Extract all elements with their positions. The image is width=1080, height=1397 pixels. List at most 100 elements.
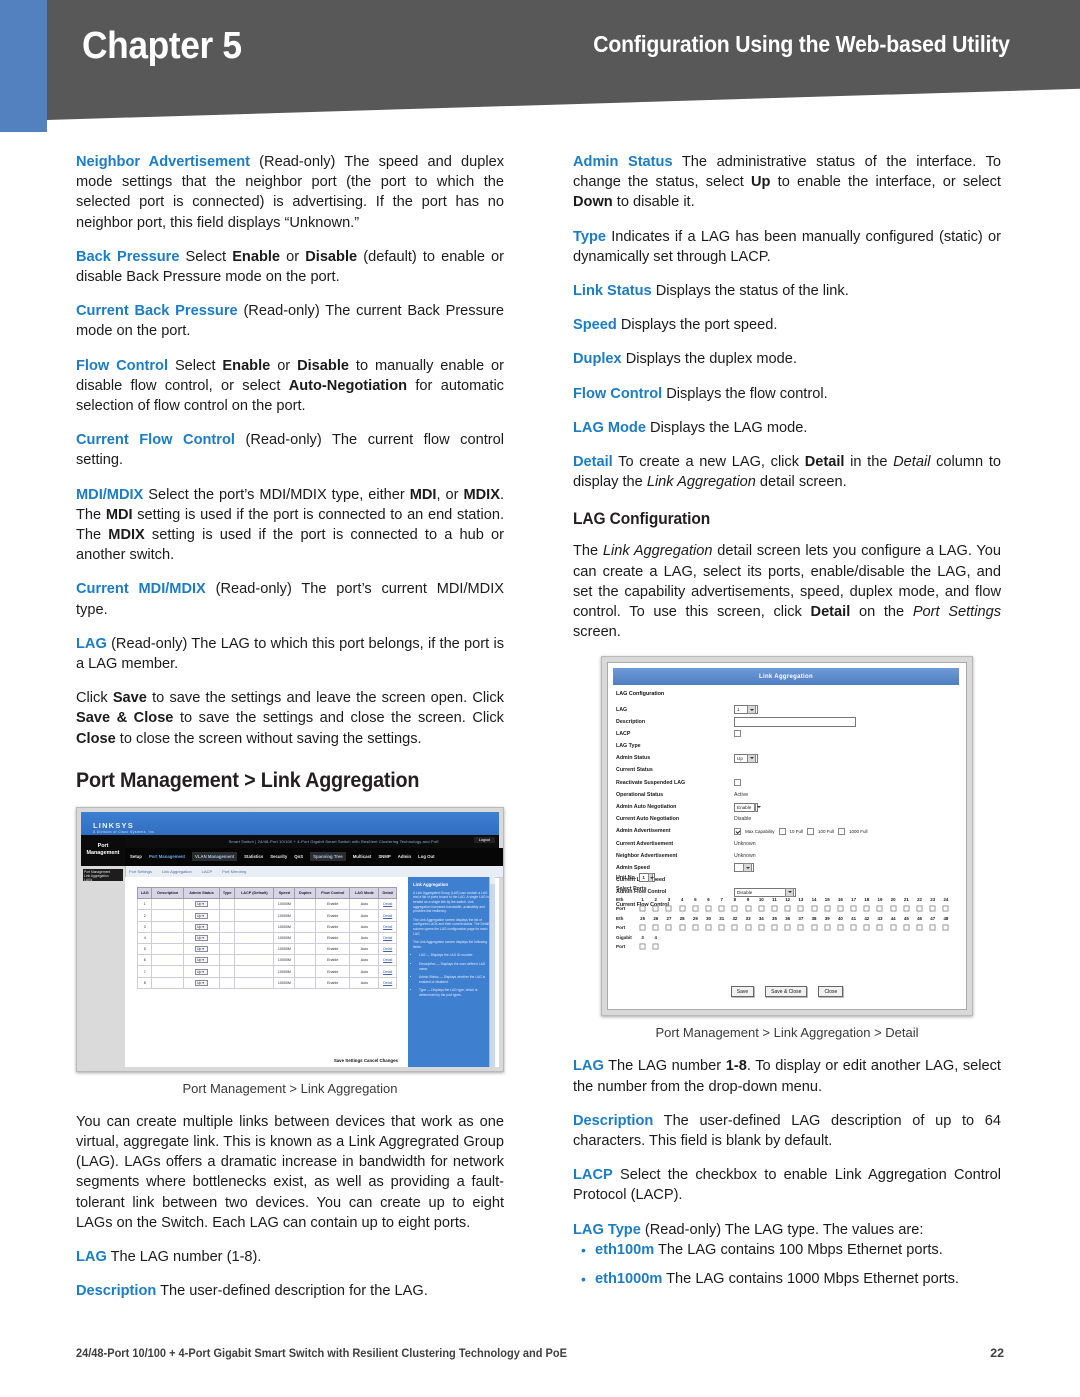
table-cell[interactable]: Up ▾ [182,965,221,978]
table-cell[interactable]: Up ▾ [182,943,221,956]
advertisement-option[interactable]: 10 Full [778,827,803,835]
port-checkbox[interactable] [794,905,807,913]
field-dropdown[interactable]: Up [734,753,758,763]
table-cell[interactable]: Detail [378,954,397,967]
advertisement-option[interactable]: 1000 Full [838,827,868,835]
port-checkbox[interactable] [887,905,900,913]
port-checkbox[interactable] [742,924,755,932]
port-checkbox[interactable] [768,924,781,932]
field-dropdown[interactable] [734,863,754,873]
port-checkbox[interactable] [755,924,768,932]
port-checkbox[interactable] [662,905,675,913]
menu-item[interactable]: SNMP [378,854,390,859]
port-checkbox[interactable] [887,924,900,932]
port-checkbox[interactable] [860,905,873,913]
port-checkbox[interactable] [781,905,794,913]
port-checkbox[interactable] [926,905,939,913]
port-checkbox[interactable] [715,924,728,932]
save-settings-actions[interactable]: Save Settings Cancel Changes [334,1058,398,1063]
sub-menu-item[interactable]: LACP [202,869,212,874]
advertisement-options[interactable]: Max Capability 10 Full 100 Full 1000 Full [734,827,868,835]
table-cell[interactable]: Detail [378,943,397,956]
table-cell[interactable]: Detail [378,909,397,922]
sub-menu-item[interactable]: Link Aggregation [162,869,192,874]
port-checkbox[interactable] [873,924,886,932]
table-cell[interactable]: Up ▾ [182,920,221,933]
port-checkbox[interactable] [649,943,662,951]
advertisement-option[interactable]: Max Capability [734,827,775,835]
help-panel-scrollbar[interactable] [489,876,495,1067]
left-nav-items[interactable]: Port Management Link Aggregation LAGs [84,870,110,883]
port-checkbox[interactable] [847,905,860,913]
port-checkbox[interactable] [728,905,741,913]
port-checkbox[interactable] [649,905,662,913]
port-checkbox[interactable] [742,905,755,913]
table-cell[interactable]: Up ▾ [182,909,221,922]
save-button[interactable]: Save [730,986,755,998]
table-cell[interactable]: Up ▾ [182,976,221,989]
field-text-input[interactable] [734,716,856,727]
port-checkbox[interactable] [913,924,926,932]
port-checkbox-grid[interactable]: Eth 1 2 3 4 5 6 7 8 9 10 11 12 13 14 15 16 17 18 19 20 21 22 23… [616,894,962,951]
table-cell[interactable]: Up ▾ [182,931,221,945]
port-checkbox[interactable] [834,924,847,932]
port-checkbox[interactable] [834,905,847,913]
port-checkbox[interactable] [939,924,952,932]
port-checkbox[interactable] [636,924,649,932]
port-checkbox[interactable] [702,905,715,913]
table-cell[interactable]: Up ▾ [182,898,221,911]
field-dropdown[interactable]: Enable [734,802,761,812]
menu-item[interactable]: Multicast [353,854,372,859]
table-cell[interactable]: Detail [378,898,397,911]
menu-item[interactable]: Setup [130,854,142,859]
menu-item[interactable]: Statistics [244,854,263,859]
port-checkbox[interactable] [873,905,886,913]
table-cell[interactable]: Detail [378,965,397,978]
advertisement-option[interactable]: 100 Full [807,827,834,835]
port-checkbox[interactable] [728,924,741,932]
menu-item[interactable]: Admin [398,854,411,859]
field-checkbox[interactable] [734,730,741,738]
left-nav-item[interactable]: LAGs [84,878,110,882]
save-close-button[interactable]: Save & Close [765,986,808,998]
table-cell[interactable]: Up ▾ [182,954,221,967]
port-checkbox[interactable] [900,905,913,913]
menu-item[interactable]: Spanning Tree [310,852,346,862]
port-checkbox[interactable] [702,924,715,932]
menu-item[interactable]: Security [270,854,287,859]
port-checkbox[interactable] [821,924,834,932]
port-checkbox[interactable] [768,905,781,913]
port-checkbox[interactable] [662,924,675,932]
table-cell[interactable]: Detail [378,976,397,989]
field-dropdown[interactable]: 1 [734,705,758,715]
unit-dropdown[interactable]: 1 [639,873,656,883]
port-checkbox[interactable] [676,905,689,913]
port-checkbox[interactable] [926,924,939,932]
port-checkbox[interactable] [676,924,689,932]
port-checkbox[interactable] [689,924,702,932]
port-checkbox[interactable] [807,924,820,932]
sub-menu-item[interactable]: Port Settings [129,869,152,874]
port-checkbox[interactable] [755,905,768,913]
menu-item[interactable]: QoS [294,854,303,859]
port-checkbox[interactable] [715,905,728,913]
menu-item[interactable]: Port Management [149,854,185,859]
port-checkbox[interactable] [794,924,807,932]
port-checkbox[interactable] [913,905,926,913]
detail-dialog-buttons[interactable]: Save Save & Close Close [602,986,972,998]
table-cell[interactable]: Detail [378,931,397,945]
port-checkbox[interactable] [689,905,702,913]
menu-item[interactable]: VLAN Management [192,852,238,862]
port-checkbox[interactable] [847,924,860,932]
port-checkbox[interactable] [900,924,913,932]
port-checkbox[interactable] [636,943,649,951]
sub-menu-item[interactable]: Port Mirroring [222,869,246,874]
port-checkbox[interactable] [636,905,649,913]
close-button[interactable]: Close [818,986,844,998]
field-checkbox[interactable] [734,779,741,787]
port-checkbox[interactable] [649,924,662,932]
menu-item[interactable]: Log Out [418,854,434,859]
main-menu-bar[interactable]: Setup Port Management VLAN Management Stati… [125,847,503,866]
table-cell[interactable]: Detail [378,920,397,933]
port-checkbox[interactable] [807,905,820,913]
